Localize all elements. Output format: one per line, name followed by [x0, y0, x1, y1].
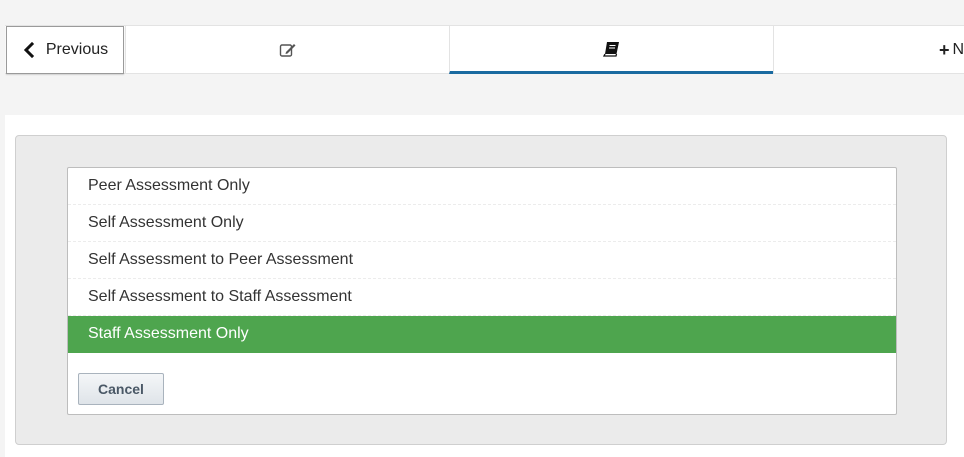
- next-button[interactable]: + Ne: [773, 26, 964, 74]
- content-panel: Peer Assessment Only Self Assessment Onl…: [5, 115, 964, 457]
- previous-button-label: Previous: [45, 41, 109, 58]
- chevron-left-icon: [23, 42, 34, 58]
- previous-button[interactable]: Previous: [6, 26, 124, 74]
- plus-icon: +: [939, 39, 950, 60]
- edit-icon: [279, 44, 295, 57]
- option-staff-assessment-only[interactable]: Staff Assessment Only: [68, 316, 896, 353]
- assessment-type-list: Peer Assessment Only Self Assessment Onl…: [67, 167, 897, 415]
- option-self-to-staff-assessment[interactable]: Self Assessment to Staff Assessment: [68, 279, 896, 316]
- next-button-label: Ne: [952, 41, 964, 58]
- option-peer-assessment-only[interactable]: Peer Assessment Only: [68, 168, 896, 205]
- tab-edit[interactable]: [125, 26, 449, 74]
- book-icon: [602, 41, 619, 57]
- cancel-button[interactable]: Cancel: [78, 373, 164, 405]
- option-self-assessment-only[interactable]: Self Assessment Only: [68, 205, 896, 242]
- wizard-nav-bar: Previous + Ne: [5, 25, 964, 74]
- tab-book[interactable]: [449, 26, 773, 74]
- dialog-container: Peer Assessment Only Self Assessment Onl…: [15, 135, 947, 445]
- option-self-to-peer-assessment[interactable]: Self Assessment to Peer Assessment: [68, 242, 896, 279]
